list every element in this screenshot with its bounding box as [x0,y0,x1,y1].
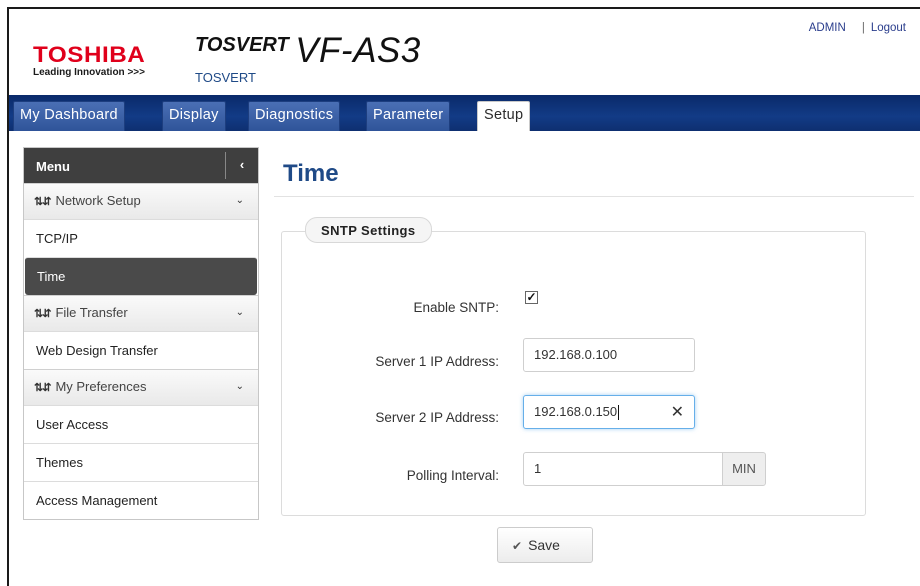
enable-sntp-checkbox[interactable]: ✓ [525,291,538,304]
server1-ip-input[interactable]: 192.168.0.100 [523,338,695,372]
server2-label: Server 2 IP Address: [375,410,499,425]
network-icon: ⇅⇵ [34,382,51,394]
menu-group-label: My Preferences [55,379,147,394]
network-icon: ⇅⇵ [34,196,51,208]
logout-link[interactable]: Logout [871,22,906,34]
clear-icon[interactable]: ✕ [671,402,684,422]
enable-sntp-label: Enable SNTP: [413,300,499,315]
menu-group-label: Network Setup [55,193,141,208]
sidebar-menu: Menu ‹ ⇅⇵ Network Setup ⌄ TCP/IP Time ⇅⇵ F… [23,147,259,520]
admin-link[interactable]: ADMIN [809,22,846,34]
tab-my-dashboard[interactable]: My Dashboard [13,101,125,131]
tab-parameter[interactable]: Parameter [366,101,451,131]
chevron-down-icon: ⌄ [235,195,244,206]
product-model: VF-AS3 [295,31,421,70]
server1-ip-value: 192.168.0.100 [534,347,618,362]
chevron-down-icon: ⌄ [235,381,244,392]
menu-group-my-preferences[interactable]: ⇅⇵ My Preferences ⌄ [24,369,258,405]
page-title: Time [283,160,339,187]
link-separator: | [861,22,865,34]
tab-setup[interactable]: Setup [477,101,531,131]
sidebar-item-web-design-transfer[interactable]: Web Design Transfer [24,331,258,369]
header: TOSHIBA Leading Innovation >>> TOSVERT V… [9,9,920,86]
text-caret [618,405,620,421]
product-series: TOSVERT [195,34,289,56]
sidebar-item-user-access[interactable]: User Access [24,405,258,443]
network-icon: ⇅⇵ [34,308,51,320]
main-tab-bar: My Dashboard Display Diagnostics Paramet… [9,95,920,131]
menu-header: Menu ‹ [24,148,258,183]
brand-name: TOSHIBA [33,42,146,67]
tab-diagnostics[interactable]: Diagnostics [248,101,341,131]
app-window: TOSHIBA Leading Innovation >>> TOSVERT V… [7,7,920,586]
menu-group-label: File Transfer [55,305,128,320]
collapse-menu-button[interactable]: ‹ [225,152,258,179]
section-title: SNTP Settings [305,217,432,243]
tab-display[interactable]: Display [162,101,226,131]
polling-unit-addon: MIN [722,452,766,486]
chevron-down-icon: ⌄ [235,307,244,318]
toshiba-logo: TOSHIBA Leading Innovation >>> [33,44,145,79]
product-name: TOSVERT VF-AS3 [195,31,421,71]
brand-tagline: Leading Innovation >>> [33,67,145,78]
menu-title: Menu [36,159,70,174]
server2-ip-value: 192.168.0.150 [534,404,618,419]
checkmark-icon: ✔ [512,539,523,553]
server1-label: Server 1 IP Address: [375,354,499,369]
save-button-label: Save [528,537,560,553]
sidebar-item-tcp-ip[interactable]: TCP/IP [24,219,258,257]
product-subtitle: TOSVERT [195,70,256,85]
polling-interval-value: 1 [534,461,542,476]
polling-interval-input[interactable]: 1 [523,452,723,486]
save-button[interactable]: ✔ Save [497,527,593,563]
user-links: ADMIN | Logout [809,22,906,34]
sidebar-item-themes[interactable]: Themes [24,443,258,481]
menu-group-network-setup[interactable]: ⇅⇵ Network Setup ⌄ [24,183,258,219]
sidebar-item-time[interactable]: Time [25,257,257,295]
sidebar-item-access-management[interactable]: Access Management [24,481,258,519]
menu-group-file-transfer[interactable]: ⇅⇵ File Transfer ⌄ [24,295,258,331]
polling-interval-label: Polling Interval: [406,468,499,483]
server2-ip-input[interactable]: 192.168.0.150 ✕ [523,395,695,429]
title-divider [274,196,914,197]
